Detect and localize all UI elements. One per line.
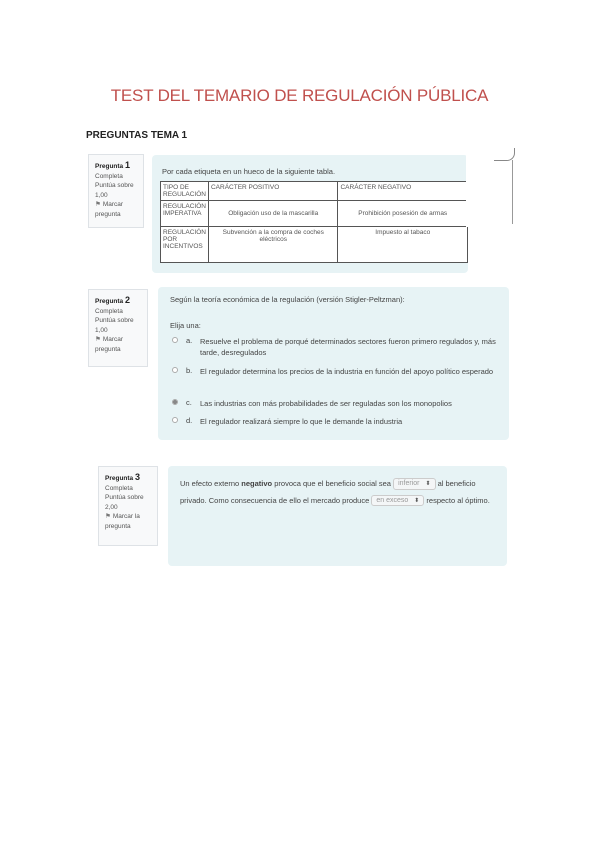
question-score: Puntúa sobre 1,00 bbox=[95, 182, 134, 199]
document-title: TEST DEL TEMARIO DE REGULACIÓN PÚBLICA bbox=[110, 86, 489, 105]
option-letter: b. bbox=[186, 366, 193, 375]
question-prompt: Por cada etiqueta en un hueco de la sigu… bbox=[162, 167, 336, 176]
question-number: 3 bbox=[134, 472, 140, 482]
select-value: inferior bbox=[398, 480, 420, 488]
question-2-info: Pregunta 2 Completa Puntúa sobre 1,00 ⚑ M… bbox=[88, 289, 148, 367]
question-prompt: Según la teoría económica de la regulaci… bbox=[170, 295, 405, 304]
scrollbar-track[interactable] bbox=[512, 160, 513, 224]
table-row: REGULACIÓN IMPERATIVA Obligación uso de … bbox=[160, 200, 468, 227]
table-header-row: TIPO DE REGULACIÓN CARÁCTER POSITIVO CAR… bbox=[160, 181, 468, 201]
table-cell: REGULACIÓN IMPERATIVA bbox=[160, 200, 209, 227]
option-text: El regulador realizará siempre lo que le… bbox=[200, 417, 403, 426]
table-row: REGULACIÓN POR INCENTIVOS Subvención a l… bbox=[160, 226, 468, 263]
choose-one-label: Elija una: bbox=[170, 321, 201, 330]
question-score: Puntúa sobre 1,00 bbox=[95, 317, 134, 334]
table-header-cell: CARÁCTER POSITIVO bbox=[207, 181, 339, 201]
option-text: Las industrias con más probabilidades de… bbox=[200, 399, 452, 408]
dropdown-select-1[interactable]: inferior ⬍ bbox=[393, 478, 436, 490]
question-1-content: Por cada etiqueta en un hueco de la sigu… bbox=[152, 155, 468, 273]
dropdown-select-2[interactable]: en exceso ⬍ bbox=[371, 494, 425, 507]
table-header-cell: CARÁCTER NEGATIVO bbox=[337, 181, 468, 201]
panel-corner bbox=[494, 148, 515, 161]
question-status: Completa bbox=[95, 308, 123, 316]
option-letter: a. bbox=[186, 336, 193, 345]
section-heading: PREGUNTAS TEMA 1 bbox=[86, 130, 188, 141]
text-segment: respecto al óptimo. bbox=[424, 495, 490, 505]
question-score: Puntúa sobre 2,00 bbox=[105, 494, 144, 511]
radio-button[interactable] bbox=[172, 417, 178, 423]
question-3-heading: Pregunta 3 bbox=[105, 471, 151, 484]
question-3-info: Pregunta 3 Completa Puntúa sobre 2,00 ⚑ M… bbox=[98, 466, 158, 546]
question-number: 2 bbox=[124, 295, 130, 305]
question-1-info: Pregunta 1 Completa Puntúa sobre 1,00 ⚑ M… bbox=[88, 154, 144, 228]
classification-table: TIPO DE REGULACIÓN CARÁCTER POSITIVO CAR… bbox=[160, 181, 468, 263]
question-label: Pregunta bbox=[95, 298, 124, 305]
question-label: Pregunta bbox=[105, 475, 134, 482]
radio-button[interactable] bbox=[172, 337, 178, 343]
question-status: Completa bbox=[105, 485, 133, 493]
text-segment: provoca que el beneficio social sea bbox=[272, 479, 394, 488]
option-letter: d. bbox=[186, 416, 193, 425]
option-letter: c. bbox=[186, 398, 192, 407]
drop-answer-cell[interactable]: Obligación uso de la mascarilla bbox=[207, 200, 339, 227]
question-1-heading: Pregunta 1 bbox=[95, 159, 137, 172]
question-number: 1 bbox=[124, 160, 130, 170]
question-text: Un efecto externo negativo provoca que e… bbox=[180, 476, 500, 509]
flag-question-link[interactable]: ⚑ Marcar pregunta bbox=[95, 200, 137, 219]
dropdown-arrow-icon: ⬍ bbox=[425, 481, 431, 488]
clipped-area bbox=[466, 155, 514, 227]
question-2-content: Según la teoría económica de la regulaci… bbox=[158, 287, 509, 440]
question-3-content: Un efecto externo negativo provoca que e… bbox=[168, 466, 507, 566]
flag-icon: ⚑ bbox=[95, 201, 101, 209]
radio-button[interactable] bbox=[172, 367, 178, 373]
radio-button-selected[interactable] bbox=[172, 399, 178, 405]
question-status: Completa bbox=[95, 173, 123, 181]
flag-question-link[interactable]: ⚑ Marcar pregunta bbox=[95, 335, 141, 354]
drop-answer-cell[interactable]: Impuesto al tabaco bbox=[337, 226, 468, 263]
question-label: Pregunta bbox=[95, 163, 124, 170]
option-text: Resuelve el problema de porqué determina… bbox=[200, 337, 496, 358]
table-cell: REGULACIÓN POR INCENTIVOS bbox=[160, 226, 209, 263]
select-value: en exceso bbox=[376, 496, 409, 504]
table-header-cell: TIPO DE REGULACIÓN bbox=[160, 181, 209, 201]
flag-question-link[interactable]: ⚑ Marcar la pregunta bbox=[105, 512, 151, 531]
flag-icon: ⚑ bbox=[105, 513, 111, 521]
drop-answer-cell[interactable]: Prohibición posesión de armas bbox=[337, 200, 468, 227]
flag-icon: ⚑ bbox=[95, 336, 101, 344]
text-segment: Un efecto externo bbox=[180, 479, 242, 488]
option-text: El regulador determina los precios de la… bbox=[200, 367, 494, 376]
bold-keyword: negativo bbox=[241, 479, 273, 488]
dropdown-arrow-icon: ⬍ bbox=[414, 497, 420, 504]
question-2-heading: Pregunta 2 bbox=[95, 294, 141, 307]
drop-answer-cell[interactable]: Subvención a la compra de coches eléctri… bbox=[207, 226, 339, 263]
